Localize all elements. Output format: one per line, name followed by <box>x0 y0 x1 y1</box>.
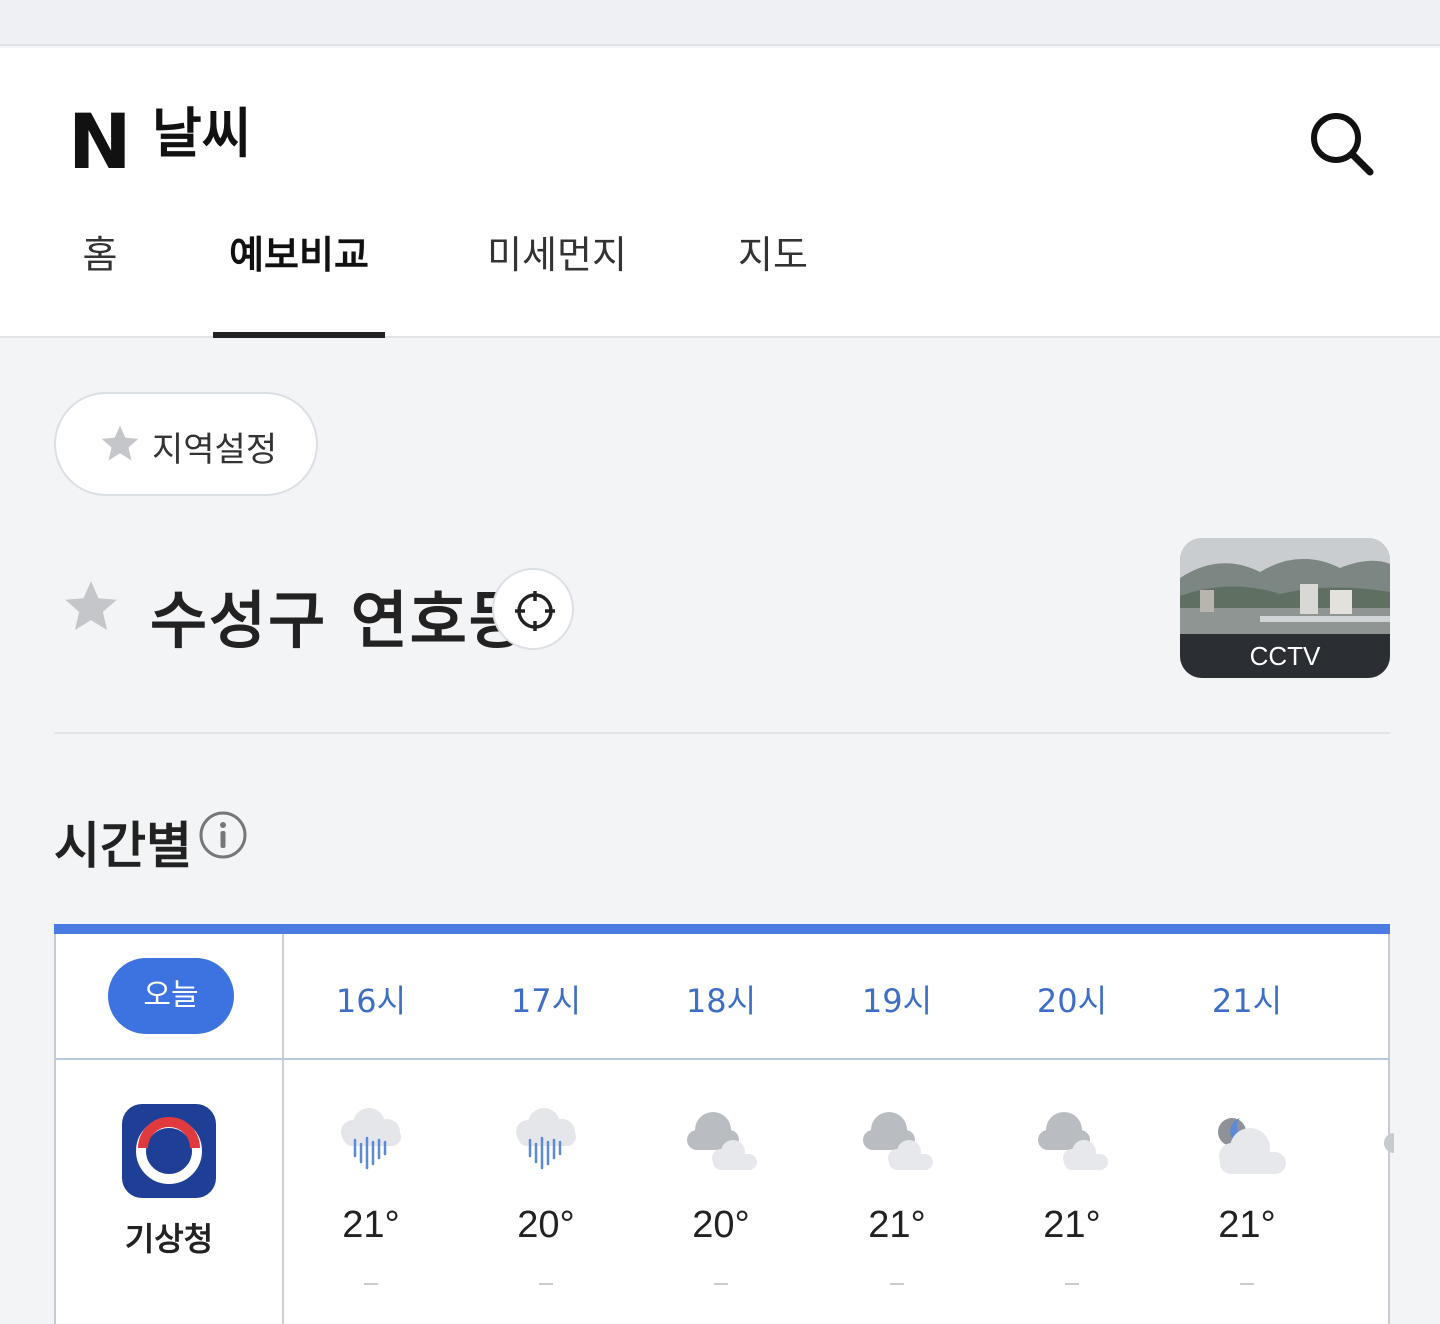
rain-icon <box>516 1108 576 1170</box>
browser-top-strip <box>0 0 1440 46</box>
favorite-star-icon[interactable] <box>58 576 124 638</box>
table-row-divider <box>56 1058 1390 1060</box>
precipitation-placeholder <box>364 1283 378 1285</box>
region-settings-button[interactable]: 지역설정 <box>54 392 318 496</box>
app-title[interactable]: 날씨 <box>152 104 251 164</box>
precipitation-placeholder <box>890 1283 904 1285</box>
hourly-forecast-table: 오늘 16시 17시 18시 19시 20시 21시 기상청 21° 20° 2… <box>54 924 1394 1324</box>
hour-label: 19시 <box>861 982 933 1020</box>
hour-label: 17시 <box>510 982 582 1020</box>
forecast-cell: 21° <box>837 1102 957 1285</box>
temperature: 21° <box>1043 1204 1101 1246</box>
current-location-button[interactable] <box>492 568 574 650</box>
cloudy-icon <box>863 1112 933 1170</box>
temperature: 20° <box>692 1204 750 1246</box>
cctv-button[interactable]: CCTV <box>1180 538 1390 678</box>
hour-label: 16시 <box>335 982 407 1020</box>
rain-icon <box>341 1108 401 1170</box>
search-icon[interactable] <box>1306 108 1376 178</box>
forecast-cell: 21° <box>311 1102 431 1285</box>
crosshair-icon <box>515 591 555 631</box>
tab-fine-dust[interactable]: 미세먼지 <box>478 226 636 338</box>
cloudy-icon <box>1038 1112 1108 1170</box>
hour-label: 20시 <box>1036 982 1108 1020</box>
location-name: 수성구 연호동 <box>150 584 528 657</box>
tab-home[interactable]: 홈 <box>80 226 120 338</box>
precipitation-placeholder <box>714 1283 728 1285</box>
cloudy-night-icon <box>1218 1118 1286 1174</box>
provider-name: 기상청 <box>124 1220 214 1258</box>
naver-logo[interactable]: N <box>68 104 132 180</box>
hourly-section-title: 시간별 <box>54 817 192 875</box>
star-icon <box>101 425 139 461</box>
kma-logo <box>122 1104 216 1198</box>
precipitation-placeholder <box>1065 1283 1079 1285</box>
active-tab-indicator <box>213 332 385 338</box>
temperature: 21° <box>868 1204 926 1246</box>
forecast-cell: 21° <box>1187 1102 1307 1285</box>
app-header: N 날씨 홈 예보비교 미세먼지 지도 <box>0 48 1440 338</box>
temperature: 21° <box>1218 1204 1276 1246</box>
cctv-thumbnail <box>1180 538 1390 634</box>
tab-map[interactable]: 지도 <box>734 226 812 338</box>
region-settings-label: 지역설정 <box>152 430 278 470</box>
hour-label: 18시 <box>685 982 757 1020</box>
forecast-cell: 20° <box>486 1102 606 1285</box>
cctv-label: CCTV <box>1180 634 1390 678</box>
main-tabs: 홈 예보비교 미세먼지 지도 <box>0 226 1440 338</box>
table-column-divider <box>282 934 284 1324</box>
precipitation-placeholder <box>539 1283 553 1285</box>
table-accent-bar <box>54 924 1390 934</box>
forecast-cell: 20° <box>661 1102 781 1285</box>
cloudy-icon <box>687 1112 757 1170</box>
tab-forecast-compare[interactable]: 예보비교 <box>213 226 385 338</box>
today-button[interactable]: 오늘 <box>108 958 234 1034</box>
forecast-cell: 21° <box>1012 1102 1132 1285</box>
section-divider <box>54 732 1390 734</box>
partial-weather-icon <box>1384 1133 1394 1153</box>
hour-label: 21시 <box>1211 982 1283 1020</box>
info-icon[interactable] <box>198 810 248 860</box>
precipitation-placeholder <box>1240 1283 1254 1285</box>
temperature: 20° <box>517 1204 575 1246</box>
temperature: 21° <box>342 1204 400 1246</box>
